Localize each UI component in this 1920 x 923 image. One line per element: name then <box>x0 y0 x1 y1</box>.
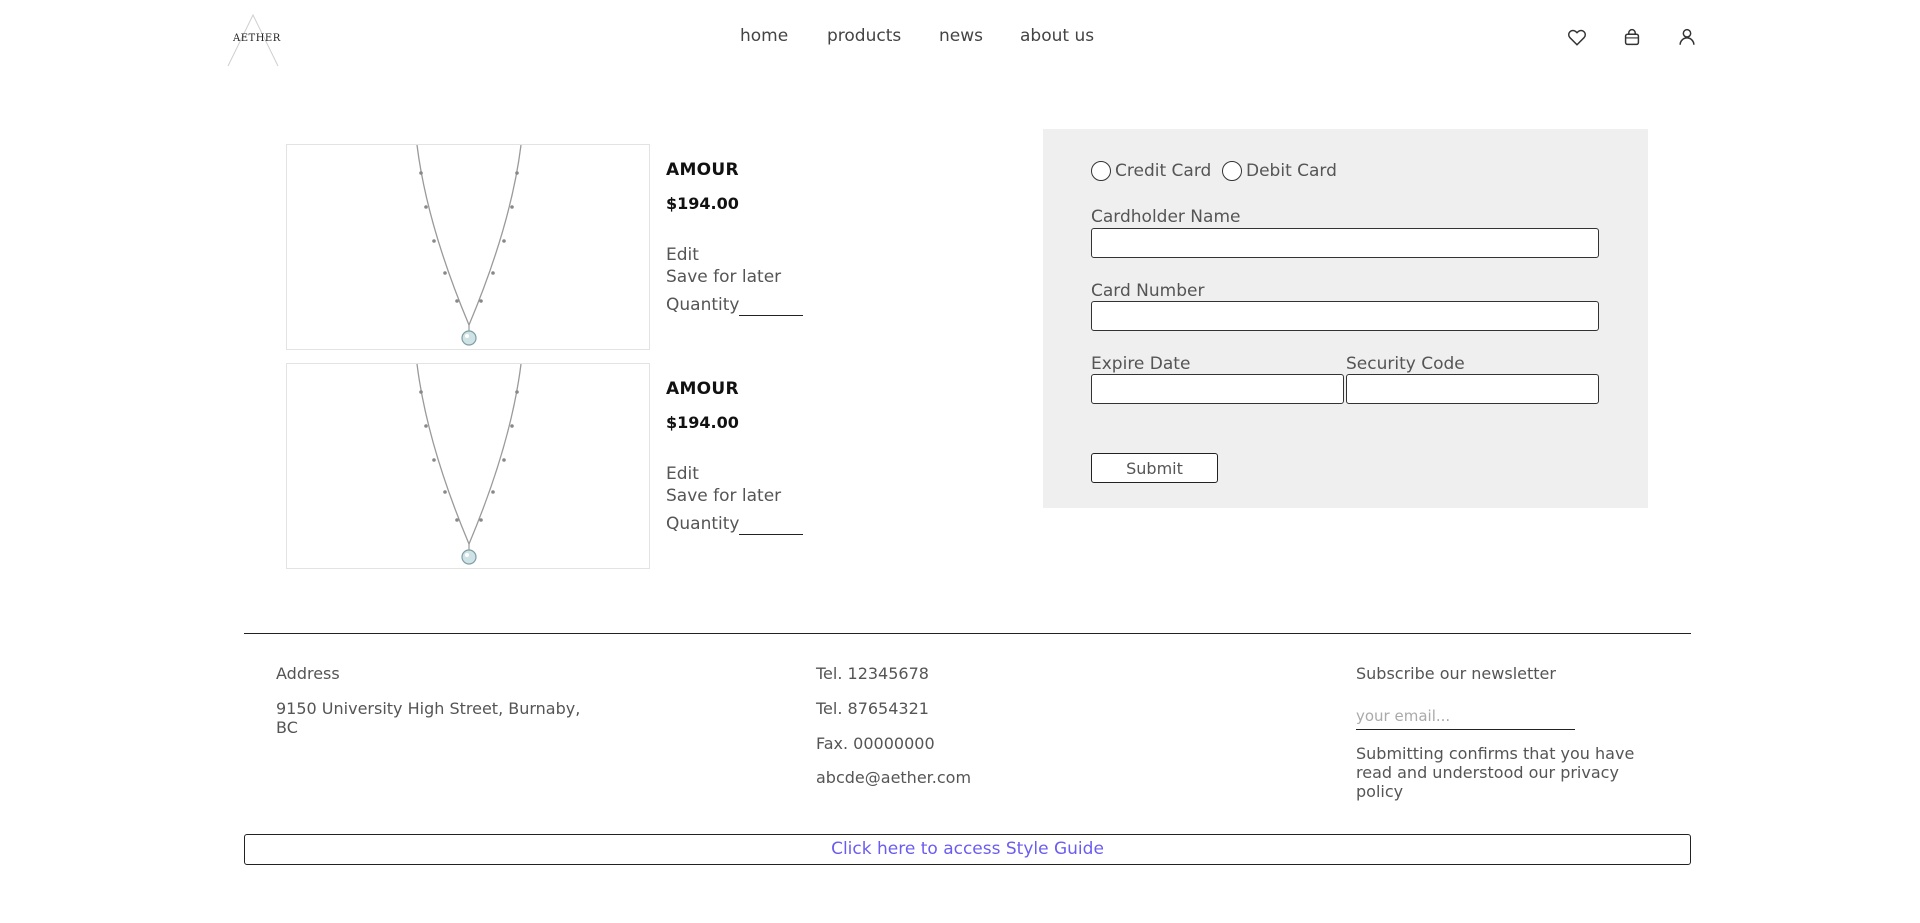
shopping-bag-icon[interactable] <box>1621 26 1643 48</box>
submit-button[interactable]: Submit <box>1091 453 1218 483</box>
user-icon[interactable] <box>1676 26 1698 48</box>
product-name: AMOUR <box>666 379 739 399</box>
style-guide-link[interactable]: Click here to access Style Guide <box>831 839 1104 859</box>
quantity-input[interactable] <box>739 513 803 535</box>
tel-1: Tel. 12345678 <box>816 664 929 683</box>
product-image[interactable] <box>286 363 650 569</box>
expire-date-input[interactable] <box>1091 374 1344 404</box>
product-name: AMOUR <box>666 160 739 180</box>
cardholder-input[interactable] <box>1091 228 1599 258</box>
credit-card-label: Credit Card <box>1115 161 1212 181</box>
necklace-image <box>416 145 522 346</box>
payment-option-debit[interactable]: Debit Card <box>1222 161 1337 181</box>
debit-card-label: Debit Card <box>1246 161 1337 181</box>
tel-2: Tel. 87654321 <box>816 699 929 718</box>
quantity-label: Quantity <box>666 514 740 534</box>
product-price: $194.00 <box>666 413 739 432</box>
newsletter-heading: Subscribe our newsletter <box>1356 664 1556 683</box>
product-price: $194.00 <box>666 194 739 213</box>
nav-about-us[interactable]: about us <box>1020 26 1094 46</box>
logo[interactable]: AETHER <box>226 14 280 68</box>
newsletter-fine-print: Submitting confirms that you have read a… <box>1356 744 1635 801</box>
address-line-2: BC <box>276 718 298 737</box>
edit-link[interactable]: Edit <box>666 464 699 484</box>
cart-item: AMOUR $194.00 Edit Save for later Quanti… <box>286 363 816 569</box>
nav-news[interactable]: news <box>939 26 983 46</box>
expire-date-label: Expire Date <box>1091 354 1191 374</box>
credit-card-radio[interactable] <box>1091 161 1111 181</box>
debit-card-radio[interactable] <box>1222 161 1242 181</box>
newsletter-email-input[interactable] <box>1356 702 1575 730</box>
footer-divider <box>244 633 1691 634</box>
nav-home[interactable]: home <box>740 26 788 46</box>
save-for-later-link[interactable]: Save for later <box>666 486 781 506</box>
email-link[interactable]: abcde@aether.com <box>816 768 971 787</box>
card-number-label: Card Number <box>1091 281 1205 301</box>
fax: Fax. 00000000 <box>816 734 935 753</box>
address-line-1: 9150 University High Street, Burnaby, <box>276 699 581 718</box>
payment-panel: Credit Card Debit Card Cardholder Name C… <box>1043 129 1648 508</box>
nav-products[interactable]: products <box>827 26 901 46</box>
quantity-label: Quantity <box>666 295 740 315</box>
card-number-input[interactable] <box>1091 301 1599 331</box>
cardholder-label: Cardholder Name <box>1091 207 1241 227</box>
edit-link[interactable]: Edit <box>666 245 699 265</box>
necklace-image <box>416 364 522 565</box>
cart-item: AMOUR $194.00 Edit Save for later Quanti… <box>286 144 816 350</box>
security-code-input[interactable] <box>1346 374 1599 404</box>
address-heading: Address <box>276 664 340 683</box>
logo-text: AETHER <box>233 33 281 44</box>
heart-icon[interactable] <box>1566 26 1588 48</box>
quantity-input[interactable] <box>739 294 803 316</box>
payment-option-credit[interactable]: Credit Card <box>1091 161 1211 181</box>
save-for-later-link[interactable]: Save for later <box>666 267 781 287</box>
security-code-label: Security Code <box>1346 354 1465 374</box>
product-image[interactable] <box>286 144 650 350</box>
style-guide-bar[interactable]: Click here to access Style Guide <box>244 834 1691 865</box>
